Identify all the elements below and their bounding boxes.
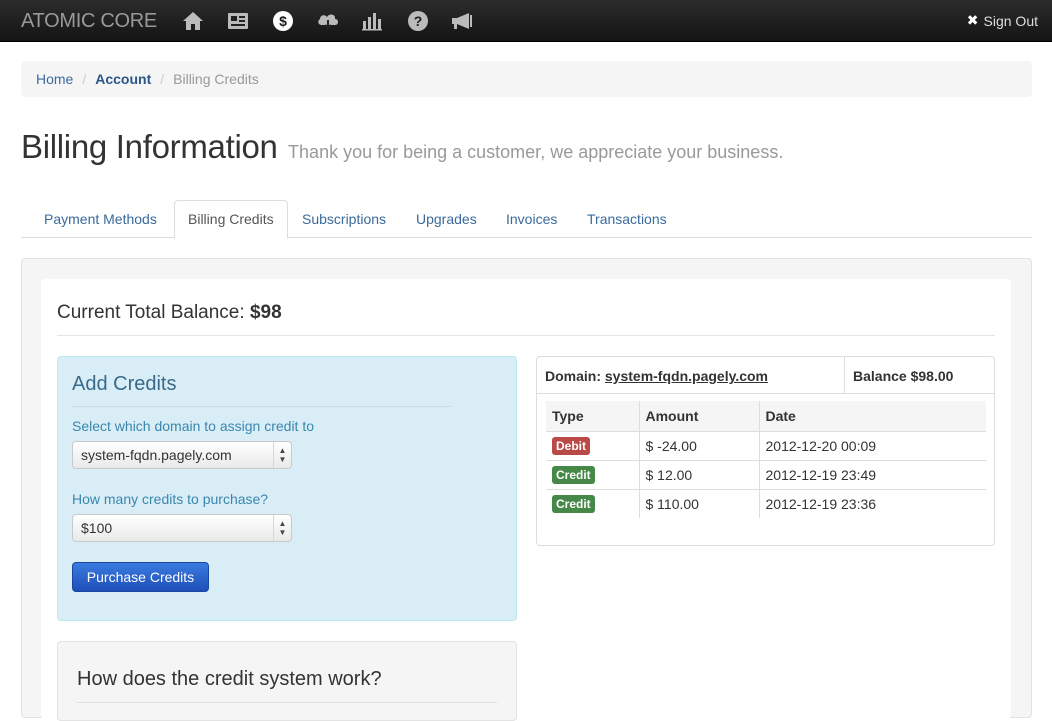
bar-chart-icon[interactable] [360, 9, 384, 33]
home-icon[interactable] [181, 9, 205, 33]
purchase-credits-button[interactable]: Purchase Credits [72, 562, 209, 592]
debit-badge: Debit [552, 436, 590, 455]
dollar-icon[interactable]: $ [271, 9, 295, 33]
domain-link[interactable]: system-fqdn.pagely.com [605, 368, 768, 384]
tab-subscriptions[interactable]: Subscriptions [289, 200, 399, 238]
credit-badge: Credit [552, 494, 595, 513]
date-cell: 2012-12-20 00:09 [758, 430, 986, 460]
table-header-row: Type Amount Date [546, 401, 986, 431]
amount-select-label: How many credits to purchase? [72, 491, 269, 507]
domain-label: Domain: [545, 368, 601, 384]
tab-upgrades[interactable]: Upgrades [403, 200, 490, 238]
select-arrows-icon: ▲ ▼ [273, 442, 291, 468]
tab-invoices[interactable]: Invoices [493, 200, 570, 238]
amount-cell: $ -24.00 [638, 430, 759, 460]
breadcrumb-current: Billing Credits [173, 71, 259, 87]
amount-select-value: $100 [81, 520, 113, 536]
domain-balance-panel: Domain: system-fqdn.pagely.com Balance $… [536, 356, 995, 546]
transactions-table: Type Amount Date Debit $ -24.00 2012-12-… [546, 401, 986, 518]
breadcrumb-separator: / [82, 71, 87, 87]
credit-info-box: How does the credit system work? [57, 641, 517, 721]
credit-badge: Credit [552, 465, 595, 484]
add-credits-box: Add Credits Select which domain to assig… [57, 356, 517, 621]
cloud-download-icon[interactable] [316, 9, 340, 33]
amount-cell: $ 110.00 [638, 488, 759, 518]
brand-logo[interactable]: ATOMIC CORE [21, 10, 157, 33]
svg-text:$: $ [279, 13, 287, 29]
date-cell: 2012-12-19 23:36 [758, 488, 986, 518]
billing-tabs: Payment Methods Billing Credits Subscrip… [21, 200, 1032, 239]
breadcrumb-account[interactable]: Account [95, 71, 151, 87]
domain-select-value: system-fqdn.pagely.com [81, 447, 232, 463]
add-credits-title: Add Credits [72, 373, 452, 407]
svg-text:?: ? [414, 13, 423, 29]
balance-value: $98 [249, 302, 282, 323]
tab-payment-methods[interactable]: Payment Methods [31, 200, 170, 238]
page-header: Billing Information Thank you for being … [21, 128, 1032, 166]
help-icon[interactable]: ? [406, 9, 430, 33]
column-header-type: Type [546, 401, 639, 431]
column-header-amount: Amount [638, 401, 759, 431]
amount-cell: $ 12.00 [638, 459, 759, 489]
date-cell: 2012-12-19 23:49 [758, 459, 986, 489]
sign-out-link[interactable]: ✖ Sign Out [967, 12, 1038, 29]
column-header-date: Date [758, 401, 986, 431]
page-subtitle: Thank you for being a customer, we appre… [288, 142, 784, 162]
type-cell: Credit [546, 459, 639, 489]
top-navbar: ATOMIC CORE $ ? ✖ Sign Out [0, 0, 1052, 42]
tab-billing-credits[interactable]: Billing Credits [174, 200, 288, 239]
amount-select[interactable]: $100 ▲ ▼ [72, 514, 292, 542]
tab-transactions[interactable]: Transactions [574, 200, 680, 238]
table-row: Debit $ -24.00 2012-12-20 00:09 [546, 430, 986, 460]
breadcrumb: Home / Account / Billing Credits [21, 61, 1032, 97]
domain-select-label: Select which domain to assign credit to [72, 418, 315, 434]
domain-balance: Balance $98.00 [853, 368, 954, 384]
table-row: Credit $ 12.00 2012-12-19 23:49 [546, 459, 986, 489]
credit-info-title: How does the credit system work? [77, 668, 497, 703]
domain-select[interactable]: system-fqdn.pagely.com ▲ ▼ [72, 441, 292, 469]
type-cell: Debit [546, 430, 639, 460]
domain-label-group: Domain: system-fqdn.pagely.com [545, 368, 768, 384]
domain-header: Domain: system-fqdn.pagely.com Balance $… [537, 357, 994, 394]
dashboard-icon[interactable] [226, 9, 250, 33]
breadcrumb-separator: / [160, 71, 165, 87]
balance-label: Current Total Balance: [57, 302, 245, 323]
breadcrumb-home[interactable]: Home [36, 71, 73, 87]
table-row: Credit $ 110.00 2012-12-19 23:36 [546, 488, 986, 518]
current-total-balance: Current Total Balance: $98 [57, 302, 995, 336]
select-arrows-icon: ▲ ▼ [273, 515, 291, 541]
header-divider [844, 357, 845, 394]
page-title: Billing Information [21, 128, 278, 165]
sign-out-label: Sign Out [983, 12, 1038, 29]
megaphone-icon[interactable] [450, 9, 474, 33]
close-icon: ✖ [966, 12, 979, 28]
type-cell: Credit [546, 488, 639, 518]
